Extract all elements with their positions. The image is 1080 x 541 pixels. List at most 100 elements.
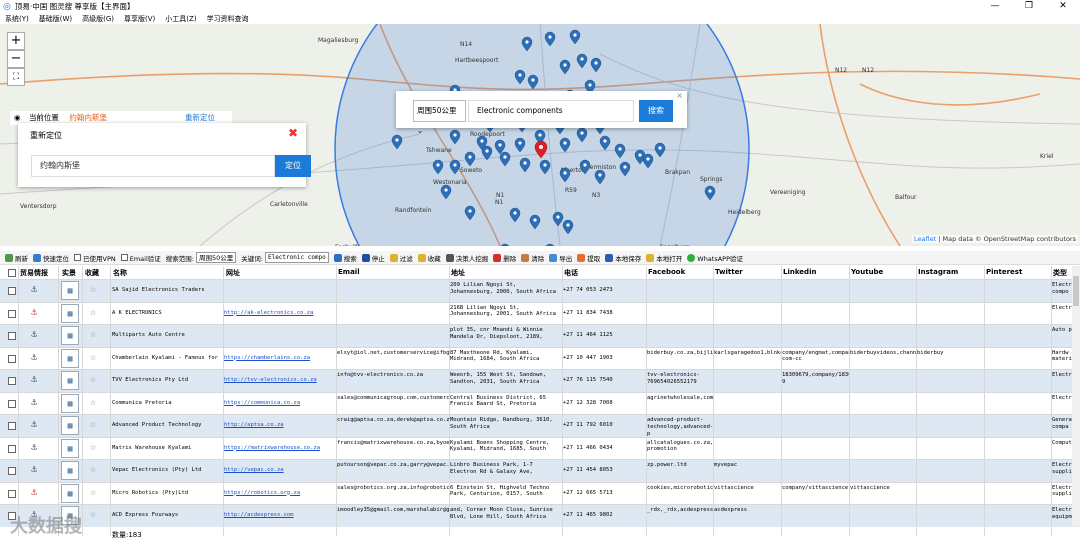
street-view-icon[interactable]: ▦: [61, 281, 79, 300]
cell-website[interactable]: https://robotics.org.za: [224, 483, 336, 505]
close-button[interactable]: ✕: [1046, 0, 1080, 13]
row-checkbox[interactable]: [8, 287, 16, 295]
scrollbar-thumb[interactable]: [1073, 276, 1079, 306]
col-website[interactable]: 网址: [226, 268, 240, 278]
map-view[interactable]: Magaliesburg Hartbeespoort N14 N12 N12 Roodep…: [0, 24, 1080, 246]
menu-system[interactable]: 系统(Y): [0, 14, 34, 24]
cell-website[interactable]: https://chamberlains.co.za: [224, 348, 336, 370]
radius-select[interactable]: 周围50公里 ⌄: [413, 100, 466, 135]
cell-website[interactable]: [224, 325, 336, 347]
keyword-input[interactable]: Electronic components: [468, 100, 634, 122]
clear-button[interactable]: 清除: [521, 253, 544, 263]
search-popup-close-icon[interactable]: ×: [676, 91, 683, 100]
col-name[interactable]: 名称: [113, 268, 127, 278]
table-row[interactable]: ⚓ ▦ ☆ Multiparts Auto Centre plot 35, cnr Mn…: [0, 324, 1080, 347]
street-view-icon[interactable]: ▦: [61, 438, 79, 458]
cell-website[interactable]: http://tvv-electronics.co.za: [224, 370, 336, 392]
street-view-icon[interactable]: ▦: [61, 303, 79, 323]
col-address[interactable]: 地址: [451, 268, 465, 278]
row-checkbox[interactable]: [8, 489, 16, 498]
col-youtube[interactable]: Youtube: [851, 268, 883, 276]
table-row[interactable]: ⚓ ▦ ☆ SA Sajid Electronics Traders 209 Lilia…: [0, 279, 1080, 302]
stop-button[interactable]: 停止: [361, 253, 385, 263]
search-button[interactable]: 搜索: [333, 253, 357, 263]
email-verify-checkbox[interactable]: Email验证: [120, 253, 161, 263]
cell-website[interactable]: https://matrixwarehouse.co.za: [224, 438, 336, 460]
table-row[interactable]: ⚓ ▦ ☆ ACD Express Fourways http://acdexpress…: [0, 504, 1080, 527]
zoom-out-button[interactable]: −: [7, 50, 25, 68]
table-row[interactable]: ⚓ ▦ ☆ Communica Pretoria https://communica.c…: [0, 391, 1080, 415]
col-type[interactable]: 类型: [1053, 268, 1067, 278]
street-view-icon[interactable]: ▦: [61, 371, 79, 390]
street-view-icon[interactable]: ▦: [61, 483, 79, 503]
street-view-icon[interactable]: ▦: [61, 393, 79, 413]
cell-website[interactable]: http://vepac.co.za: [224, 460, 336, 482]
col-instagram[interactable]: Instagram: [918, 268, 958, 276]
menu-advanced[interactable]: 高级版(G): [77, 14, 119, 24]
col-facebook[interactable]: Facebook: [648, 268, 685, 276]
col-email[interactable]: Email: [338, 268, 360, 276]
fullscreen-button[interactable]: ⛶: [7, 68, 25, 86]
col-twitter[interactable]: Twitter: [715, 268, 743, 276]
cell-website[interactable]: http://ak-electronics.co.za: [224, 303, 336, 325]
row-checkbox[interactable]: [8, 354, 16, 363]
row-checkbox[interactable]: [8, 377, 16, 385]
street-view-icon[interactable]: ▦: [61, 416, 79, 435]
row-checkbox[interactable]: [8, 422, 16, 430]
local-open-button[interactable]: 本地打开: [646, 253, 682, 263]
row-checkbox[interactable]: [8, 444, 16, 453]
table-row[interactable]: ⚓ ▦ ☆ TVV Electronics Pty Ltd http://tvv-ele…: [0, 369, 1080, 392]
col-street-view[interactable]: 实景: [62, 268, 76, 278]
zoom-in-button[interactable]: +: [7, 32, 25, 50]
col-favorite[interactable]: 收藏: [85, 268, 99, 278]
export-button[interactable]: 导出: [549, 253, 572, 263]
vertical-scrollbar[interactable]: [1072, 266, 1080, 526]
extract-button[interactable]: 提取: [577, 253, 600, 263]
table-row[interactable]: ⚓ ▦ ☆ Micro Robotics (Pty)Ltd https://roboti…: [0, 481, 1080, 505]
map-search-button[interactable]: 搜索: [639, 100, 673, 122]
locate-button[interactable]: 定位: [275, 155, 311, 177]
cell-website[interactable]: http://aptsa.co.za: [224, 415, 336, 437]
menu-learning[interactable]: 学习资料查询: [202, 14, 254, 24]
table-row[interactable]: ⚓ ▦ ☆ Vepac Electronics (Pty) Ltd http://vep…: [0, 459, 1080, 482]
relocate-input[interactable]: 约翰内斯堡: [31, 155, 275, 177]
col-pinterest[interactable]: Pinterest: [986, 268, 1022, 276]
refresh-button[interactable]: 刷新: [5, 253, 28, 263]
menu-tools[interactable]: 小工具(Z): [160, 14, 201, 24]
whatsapp-verify-button[interactable]: WhatsAPP验证: [687, 253, 743, 263]
delete-button[interactable]: 删除: [493, 253, 516, 263]
cell-twitter: [714, 370, 782, 392]
table-row[interactable]: ⚓ ▦ ☆ Advanced Product Technology http://apt…: [0, 414, 1080, 437]
local-save-button[interactable]: 本地保存: [605, 253, 641, 263]
menu-basic[interactable]: 基础版(W): [34, 14, 77, 24]
cell-website[interactable]: http://acdexpress.com: [224, 505, 336, 527]
street-view-icon[interactable]: ▦: [61, 348, 79, 368]
table-row[interactable]: ⚓ ▦ ☆ A K ELECTRONICS http://ak-electronics.…: [0, 301, 1080, 325]
toolbar-keyword-input[interactable]: Electronic compo: [264, 252, 329, 263]
select-all-checkbox[interactable]: [8, 269, 16, 277]
minimize-button[interactable]: —: [978, 0, 1012, 13]
row-checkbox[interactable]: [8, 332, 16, 340]
col-trade-intel[interactable]: 贸易情报: [20, 268, 48, 278]
collect-button[interactable]: 收藏: [417, 253, 441, 263]
maximize-button[interactable]: ❐: [1012, 0, 1046, 13]
vpn-checkbox[interactable]: 已使用VPN: [74, 253, 116, 263]
leaflet-link[interactable]: Leaflet: [914, 235, 936, 243]
relocate-close-icon[interactable]: ✖: [288, 126, 298, 140]
street-view-icon[interactable]: ▦: [61, 461, 79, 480]
street-view-icon[interactable]: ▦: [61, 326, 79, 345]
row-checkbox[interactable]: [8, 309, 16, 318]
filter-button[interactable]: 过滤: [389, 253, 413, 263]
cell-website[interactable]: https://communica.co.za: [224, 393, 336, 415]
menu-premium[interactable]: 尊享版(V): [119, 14, 160, 24]
table-row[interactable]: ⚓ ▦ ☆ Matrix Warehouse Kyalami https://matri…: [0, 436, 1080, 460]
col-linkedin[interactable]: Linkedin: [783, 268, 816, 276]
cell-website[interactable]: [224, 280, 336, 302]
decision-maker-button[interactable]: 决策人挖掘: [445, 253, 488, 263]
row-checkbox[interactable]: [8, 467, 16, 475]
search-range-select[interactable]: 周围50公里: [195, 252, 237, 263]
row-checkbox[interactable]: [8, 399, 16, 408]
quick-locate-button[interactable]: 快速定位: [33, 253, 69, 263]
table-row[interactable]: ⚓▦☆Chamberlain Kyalami - Famous for Hard…: [0, 346, 1080, 370]
col-phone[interactable]: 电话: [564, 268, 578, 278]
